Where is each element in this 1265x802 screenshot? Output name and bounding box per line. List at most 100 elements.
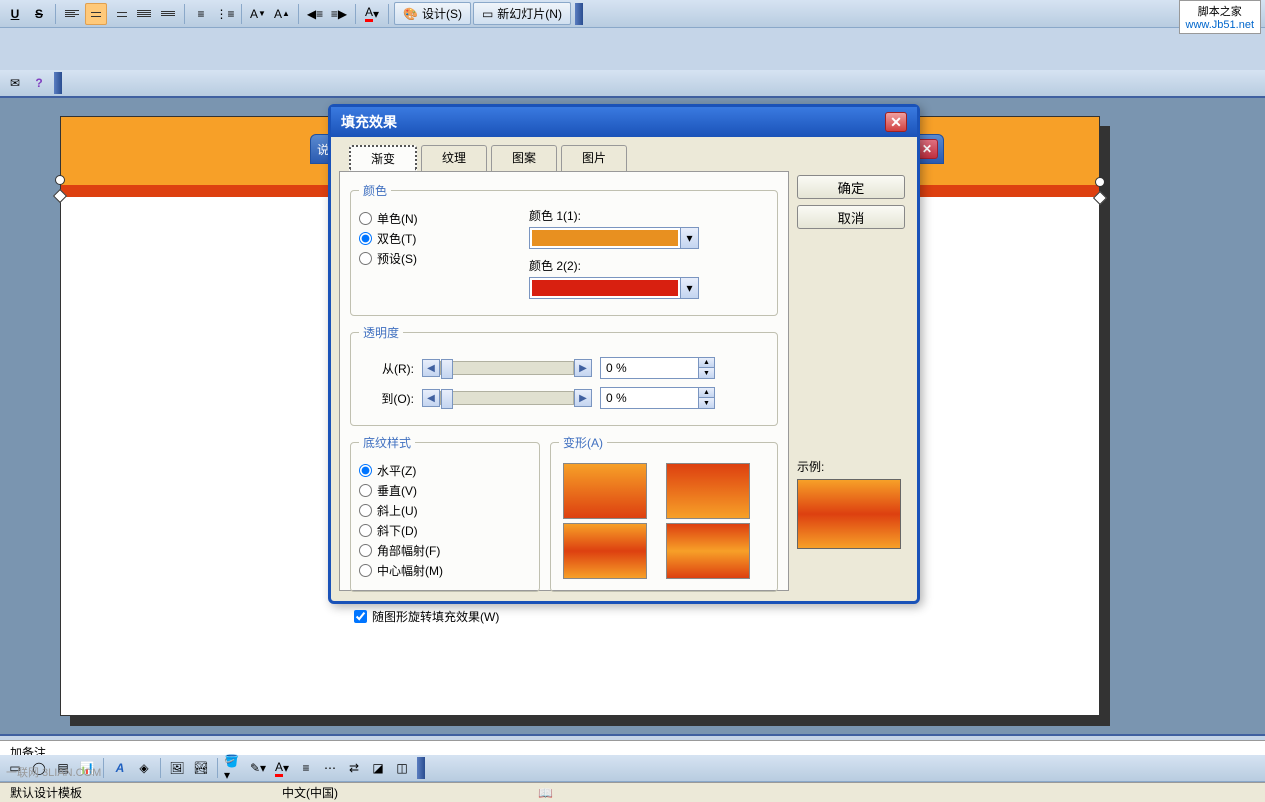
separator	[217, 758, 218, 778]
dialog-titlebar[interactable]: 填充效果 ✕	[331, 107, 917, 137]
3d-button[interactable]: ◫	[391, 757, 413, 779]
rotate-label[interactable]: 随图形旋转填充效果(W)	[372, 608, 499, 625]
line-weight-button[interactable]: ≡	[295, 757, 317, 779]
close-button[interactable]: ✕	[885, 112, 907, 132]
ok-button[interactable]: 确定	[797, 175, 905, 199]
to-value[interactable]: 0 %	[601, 391, 698, 405]
vertical-radio[interactable]	[359, 484, 372, 497]
style-legend: 底纹样式	[359, 434, 415, 451]
resize-handle[interactable]	[55, 175, 65, 185]
tab-gradient[interactable]: 渐变	[349, 145, 417, 171]
resize-handle[interactable]	[1095, 177, 1105, 187]
single-color-label[interactable]: 单色(N)	[377, 210, 418, 227]
slider-thumb[interactable]	[441, 389, 453, 409]
distributed-button[interactable]	[157, 3, 179, 25]
separator	[355, 4, 356, 24]
double-color-radio[interactable]	[359, 232, 372, 245]
diag-up-label[interactable]: 斜上(U)	[377, 502, 418, 519]
single-color-radio[interactable]	[359, 212, 372, 225]
tab-pattern[interactable]: 图案	[491, 145, 557, 171]
from-slider[interactable]	[440, 361, 574, 375]
vertical-label[interactable]: 垂直(V)	[377, 482, 417, 499]
tab-texture[interactable]: 纹理	[421, 145, 487, 171]
tab-picture[interactable]: 图片	[561, 145, 627, 171]
to-slider[interactable]	[440, 391, 574, 405]
toolbar-handle[interactable]	[54, 72, 62, 94]
arrow-style-button[interactable]: ⇄	[343, 757, 365, 779]
corner-label[interactable]: 角部幅射(F)	[377, 542, 440, 559]
separator	[298, 4, 299, 24]
numbered-list-button[interactable]: ≡	[190, 3, 212, 25]
diag-up-radio[interactable]	[359, 504, 372, 517]
increase-font-button[interactable]: A▲	[271, 3, 293, 25]
slider-left-button[interactable]: ◀	[422, 389, 440, 407]
underline-button[interactable]: U	[4, 3, 26, 25]
new-slide-button[interactable]: ▭新幻灯片(N)	[473, 2, 571, 25]
decrease-indent-button[interactable]: ◀≡	[304, 3, 326, 25]
horizontal-radio[interactable]	[359, 464, 372, 477]
horizontal-label[interactable]: 水平(Z)	[377, 462, 416, 479]
slider-right-button[interactable]: ▶	[574, 359, 592, 377]
preset-label[interactable]: 预设(S)	[377, 250, 417, 267]
toolbar-handle[interactable]	[575, 3, 583, 25]
preset-radio[interactable]	[359, 252, 372, 265]
spinner-up[interactable]: ▲	[698, 388, 714, 398]
spinner-down[interactable]: ▼	[698, 368, 714, 378]
from-spinner[interactable]: 0 % ▲▼	[600, 357, 715, 379]
increase-indent-button[interactable]: ≡▶	[328, 3, 350, 25]
rotate-checkbox[interactable]	[354, 610, 367, 623]
from-value[interactable]: 0 %	[601, 361, 698, 375]
picture-button[interactable]: 🏞	[190, 757, 212, 779]
mail-button[interactable]: ✉	[4, 72, 26, 94]
separator	[184, 4, 185, 24]
center-label[interactable]: 中心幅射(M)	[377, 562, 443, 579]
chevron-down-icon[interactable]: ▾	[680, 228, 698, 248]
help-button[interactable]: ?	[28, 72, 50, 94]
slider-thumb[interactable]	[441, 359, 453, 379]
diag-down-radio[interactable]	[359, 524, 372, 537]
separator	[388, 4, 389, 24]
variant-2[interactable]	[666, 463, 750, 519]
corner-radio[interactable]	[359, 544, 372, 557]
status-spellcheck-icon[interactable]: 📖	[538, 786, 553, 800]
variant-group: 变形(A)	[550, 434, 778, 592]
font-color-button[interactable]: A ▾	[361, 3, 383, 25]
align-center-button[interactable]	[85, 3, 107, 25]
strikethrough-button[interactable]: S	[28, 3, 50, 25]
chevron-down-icon[interactable]: ▾	[680, 278, 698, 298]
justify-button[interactable]	[133, 3, 155, 25]
status-bar: 默认设计模板 中文(中国) 📖	[0, 782, 1265, 802]
slide-icon: ▭	[482, 7, 493, 21]
clipart-button[interactable]: 🖼	[166, 757, 188, 779]
fill-color-button[interactable]: 🪣▾	[223, 757, 245, 779]
center-radio[interactable]	[359, 564, 372, 577]
spinner-up[interactable]: ▲	[698, 358, 714, 368]
transparency-legend: 透明度	[359, 324, 403, 341]
cancel-button[interactable]: 取消	[797, 205, 905, 229]
dialog-title-text: 填充效果	[341, 112, 397, 132]
color1-dropdown[interactable]: ▾	[529, 227, 699, 249]
slider-right-button[interactable]: ▶	[574, 389, 592, 407]
variant-4[interactable]	[666, 523, 750, 579]
dash-style-button[interactable]: ⋯	[319, 757, 341, 779]
variant-3[interactable]	[563, 523, 647, 579]
double-color-label[interactable]: 双色(T)	[377, 230, 416, 247]
shadow-button[interactable]: ◪	[367, 757, 389, 779]
align-left-button[interactable]	[61, 3, 83, 25]
separator	[241, 4, 242, 24]
variant-1[interactable]	[563, 463, 647, 519]
slider-left-button[interactable]: ◀	[422, 359, 440, 377]
line-color-button[interactable]: ✎▾	[247, 757, 269, 779]
bulleted-list-button[interactable]: ⋮≡	[214, 3, 236, 25]
design-button[interactable]: 🎨设计(S)	[394, 2, 471, 25]
color2-dropdown[interactable]: ▾	[529, 277, 699, 299]
wordart-button[interactable]: A	[109, 757, 131, 779]
diag-down-label[interactable]: 斜下(D)	[377, 522, 418, 539]
to-spinner[interactable]: 0 % ▲▼	[600, 387, 715, 409]
decrease-font-button[interactable]: A▼	[247, 3, 269, 25]
align-right-button[interactable]	[109, 3, 131, 25]
spinner-down[interactable]: ▼	[698, 398, 714, 408]
diagram-button[interactable]: ◈	[133, 757, 155, 779]
font-color-button[interactable]: A▾	[271, 757, 293, 779]
toolbar-handle[interactable]	[417, 757, 425, 779]
